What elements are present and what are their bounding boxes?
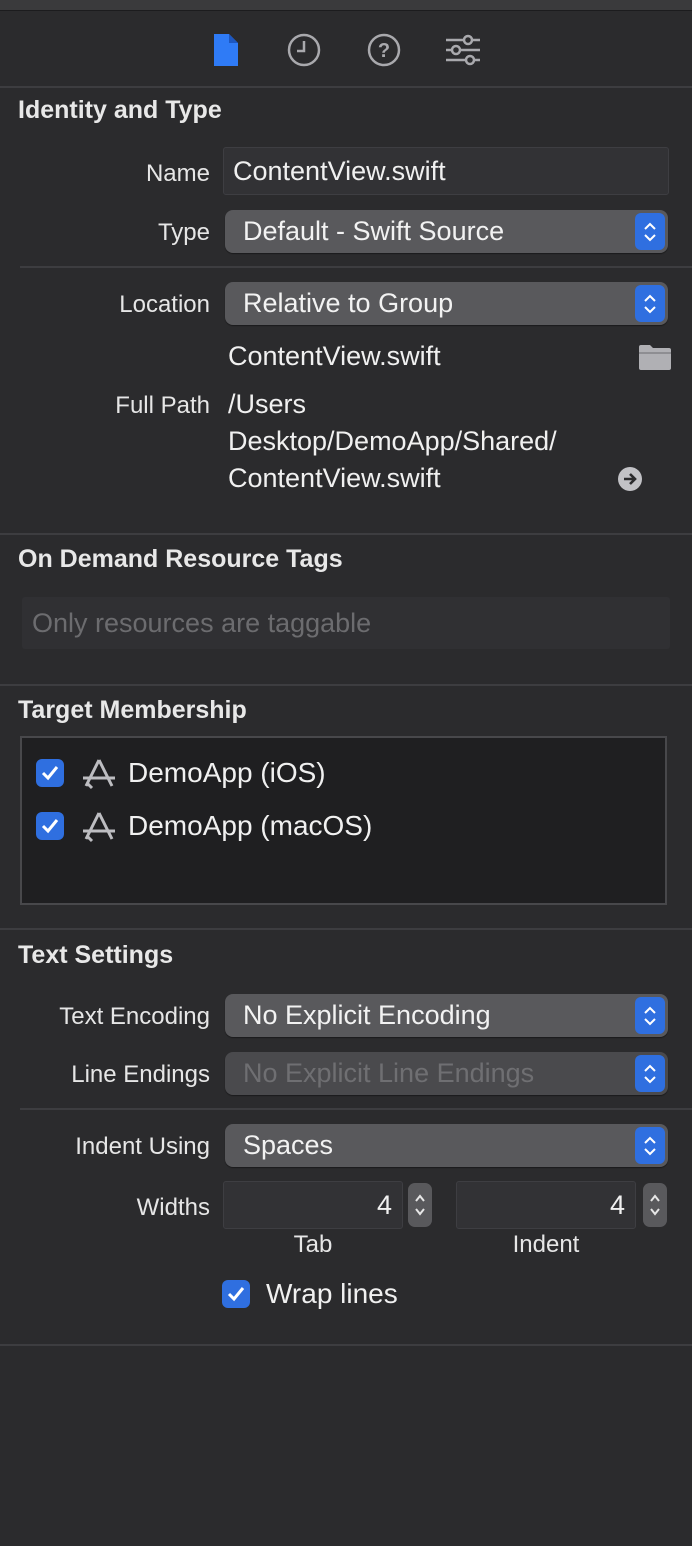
location-popup[interactable]: Relative to Group xyxy=(225,282,668,325)
app-target-icon xyxy=(80,807,118,845)
section-title-identity: Identity and Type xyxy=(18,96,222,124)
list-item: DemoApp (iOS) xyxy=(36,754,326,792)
fullpath-label: Full Path xyxy=(115,392,210,419)
app-target-icon xyxy=(80,754,118,792)
checkbox-demoapp-ios[interactable] xyxy=(36,759,64,787)
location-popup-value: Relative to Group xyxy=(243,288,454,318)
member-label: DemoApp (iOS) xyxy=(128,757,326,788)
divider xyxy=(0,928,692,930)
checkbox-demoapp-macos[interactable] xyxy=(36,812,64,840)
type-popup-value: Default - Swift Source xyxy=(243,216,505,246)
divider xyxy=(20,266,692,268)
chevron-up-down-icon xyxy=(635,1055,665,1092)
type-popup[interactable]: Default - Swift Source xyxy=(225,210,668,253)
text-encoding-label: Text Encoding xyxy=(59,1003,210,1030)
divider xyxy=(0,1344,692,1346)
text-encoding-value: No Explicit Encoding xyxy=(243,1000,491,1030)
divider xyxy=(0,684,692,686)
tab-width-stepper[interactable] xyxy=(408,1183,432,1227)
fullpath-line-1: /Users xyxy=(228,389,307,419)
chevron-up-down-icon xyxy=(635,213,665,250)
section-title-odr: On Demand Resource Tags xyxy=(18,545,343,573)
line-endings-popup: No Explicit Line Endings xyxy=(225,1052,668,1095)
name-label: Name xyxy=(145,160,210,187)
file-icon[interactable] xyxy=(206,30,246,70)
member-label: DemoApp (macOS) xyxy=(128,810,373,841)
indent-caption: Indent xyxy=(512,1231,580,1258)
location-file-name: ContentView.swift xyxy=(228,341,441,371)
section-title-membership: Target Membership xyxy=(18,696,247,724)
line-endings-label: Line Endings xyxy=(71,1061,210,1088)
line-endings-value: No Explicit Line Endings xyxy=(243,1058,535,1088)
indent-width-stepper[interactable] xyxy=(643,1183,667,1227)
sliders-icon[interactable] xyxy=(443,30,483,70)
chevron-up-down-icon xyxy=(635,285,665,322)
chevron-up-down-icon xyxy=(635,997,665,1034)
divider xyxy=(20,1108,692,1110)
wrap-lines-label: Wrap lines xyxy=(266,1278,398,1309)
text-encoding-popup[interactable]: No Explicit Encoding xyxy=(225,994,668,1037)
location-label: Location xyxy=(119,291,210,318)
folder-icon[interactable] xyxy=(638,343,672,376)
divider xyxy=(0,86,692,88)
indent-using-value: Spaces xyxy=(243,1130,334,1160)
clock-icon[interactable] xyxy=(284,30,324,70)
widths-label: Widths xyxy=(136,1194,210,1221)
svg-text:?: ? xyxy=(378,40,390,62)
type-label: Type xyxy=(157,219,210,246)
tab-caption: Tab xyxy=(293,1231,333,1258)
wrap-lines-checkbox[interactable] xyxy=(222,1280,250,1308)
indent-width-field[interactable]: 4 xyxy=(456,1181,636,1229)
fullpath-line-2: Desktop/DemoApp/Shared/ xyxy=(228,426,557,456)
indent-using-popup[interactable]: Spaces xyxy=(225,1124,668,1167)
indent-using-label: Indent Using xyxy=(75,1133,210,1160)
inspector-tab-bar: ? xyxy=(0,10,692,86)
reveal-arrow-icon[interactable] xyxy=(617,466,643,497)
section-title-text-settings: Text Settings xyxy=(18,941,174,969)
name-field[interactable]: ContentView.swift xyxy=(223,147,669,195)
chevron-up-down-icon xyxy=(635,1127,665,1164)
fullpath-line-3: ContentView.swift xyxy=(228,463,441,493)
list-item: DemoApp (macOS) xyxy=(36,807,372,845)
odr-tags-field: Only resources are taggable xyxy=(22,597,670,649)
help-icon[interactable]: ? xyxy=(364,30,404,70)
divider xyxy=(0,533,692,535)
tab-width-field[interactable]: 4 xyxy=(223,1181,403,1229)
wrap-lines-row: Wrap lines xyxy=(222,1278,398,1310)
